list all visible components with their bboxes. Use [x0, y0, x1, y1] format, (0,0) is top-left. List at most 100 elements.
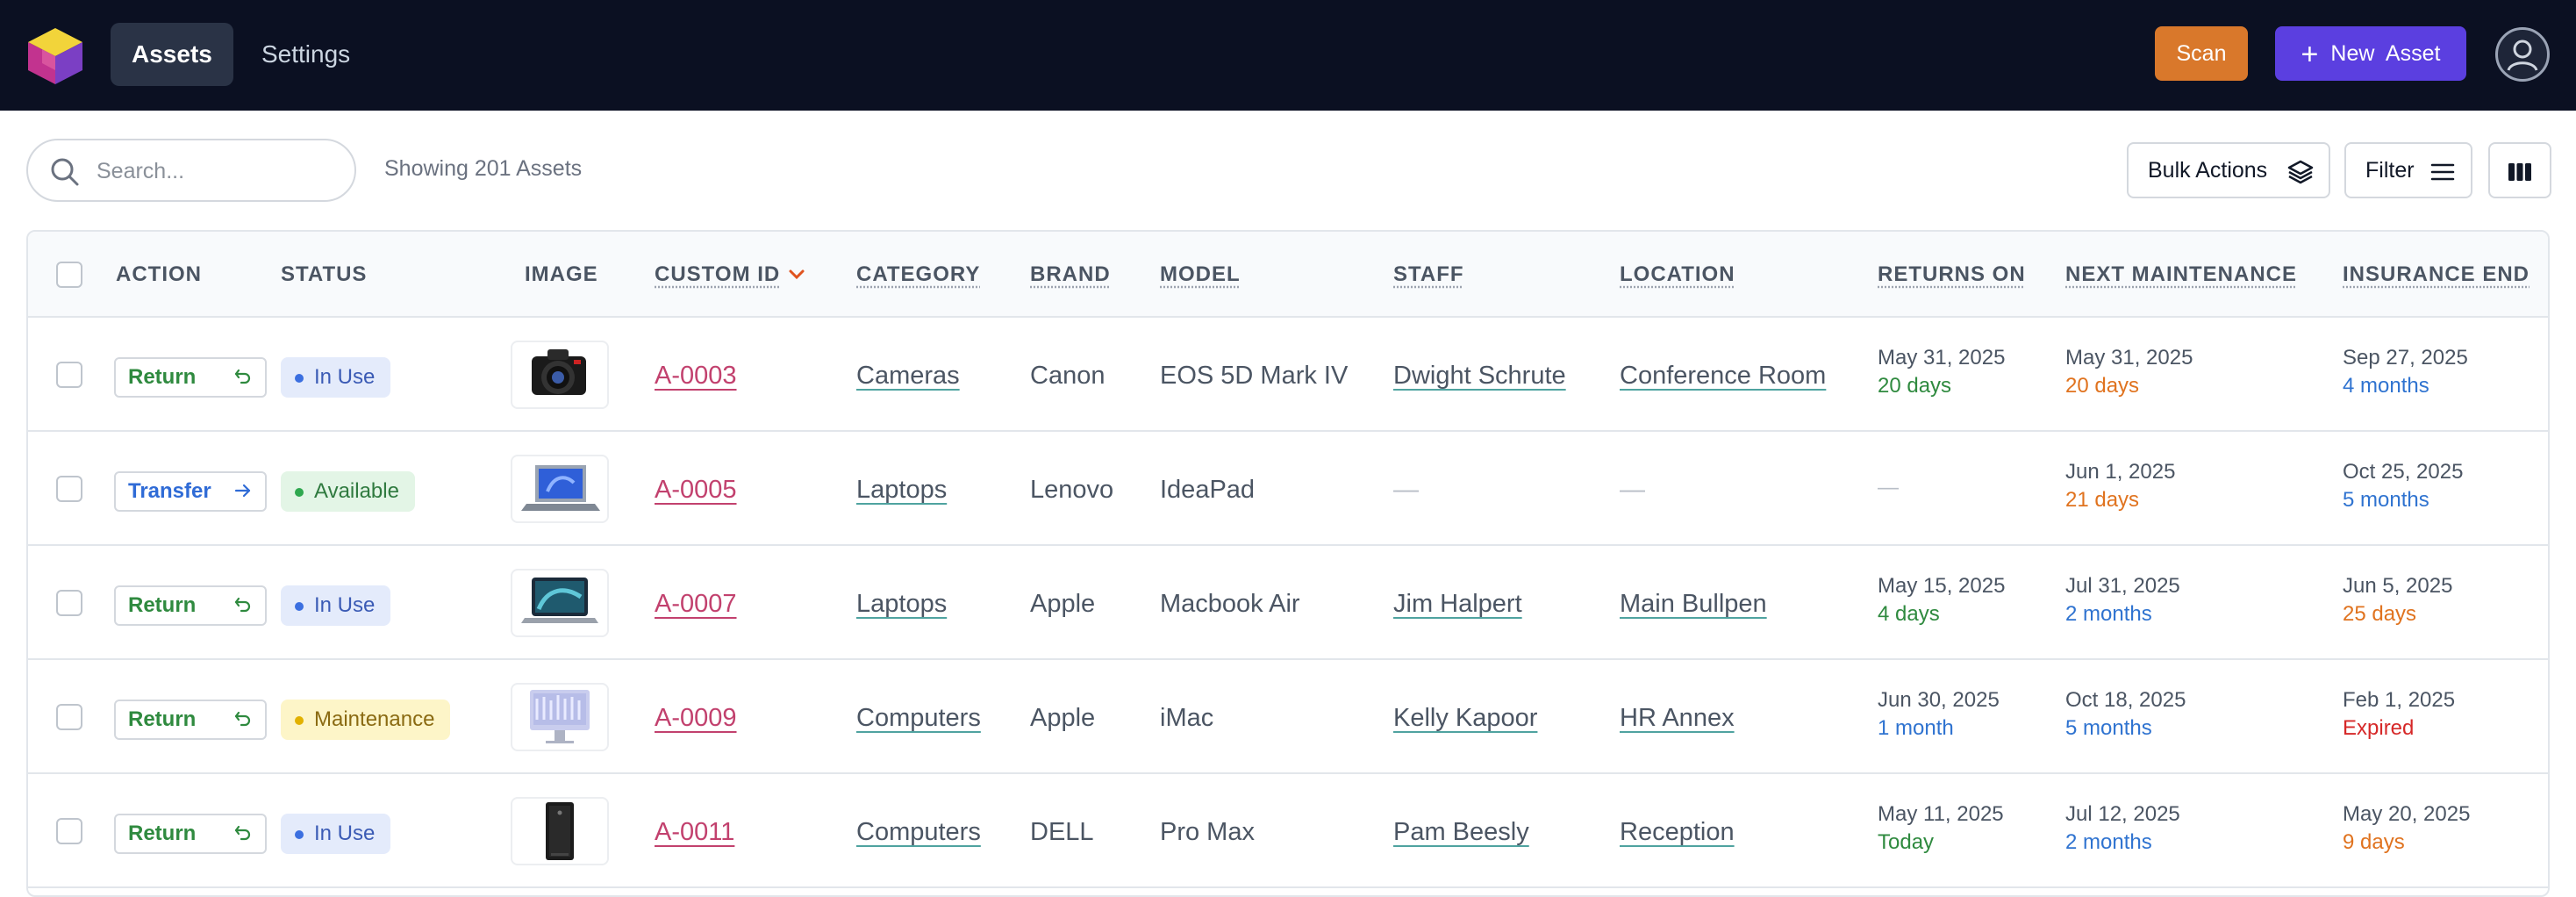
location-link[interactable]: Conference Room [1620, 362, 1826, 391]
returns-on-date: May 15, 2025 [1878, 574, 2006, 598]
row-checkbox[interactable] [56, 818, 82, 844]
brand-text: Lenovo [1030, 476, 1114, 504]
asset-thumbnail[interactable] [511, 569, 609, 637]
col-staff[interactable]: STAFF [1393, 262, 1464, 287]
col-returns-on[interactable]: RETURNS ON [1878, 262, 2026, 287]
status-badge: Maintenance [281, 700, 451, 740]
col-status: STATUS [281, 262, 368, 286]
assets-table: ACTION STATUS IMAGE CUSTOM ID CATEGORY B… [26, 230, 2550, 897]
action-label: Return [128, 707, 197, 731]
next-maintenance-date: Jun 1, 2025 [2065, 460, 2176, 484]
table-header: ACTION STATUS IMAGE CUSTOM ID CATEGORY B… [28, 232, 2548, 318]
staff-link[interactable]: Kelly Kapoor [1393, 704, 1537, 733]
col-brand[interactable]: BRAND [1030, 262, 1111, 287]
next-maintenance-date: Oct 18, 2025 [2065, 688, 2186, 712]
row-checkbox[interactable] [56, 362, 82, 388]
custom-id-link[interactable]: A-0009 [655, 704, 737, 733]
col-action: ACTION [116, 262, 202, 286]
new-asset-button[interactable]: + New Asset [2275, 26, 2466, 81]
location-link[interactable]: Reception [1620, 818, 1735, 847]
staff-link[interactable]: Jim Halpert [1393, 590, 1522, 619]
table-row[interactable]: Return In Use A-0011 Computers DELL Pro Max Pa… [28, 774, 2548, 888]
custom-id-link[interactable]: A-0005 [655, 476, 737, 505]
filter-button[interactable]: Filter [2344, 142, 2472, 198]
next-maintenance-date: May 31, 2025 [2065, 346, 2193, 370]
user-icon [2507, 39, 2538, 71]
brand-text: Canon [1030, 362, 1106, 390]
col-location[interactable]: LOCATION [1620, 262, 1735, 287]
sort-desc-chevron-icon[interactable] [788, 269, 805, 281]
asset-thumbnail[interactable] [511, 683, 609, 751]
top-navigation-bar: Assets Settings Scan + New Asset [0, 0, 2576, 111]
filter-lines-icon [2430, 163, 2455, 181]
user-avatar[interactable] [2495, 27, 2550, 82]
col-custom-id[interactable]: CUSTOM ID [655, 262, 780, 287]
location-link: — [1620, 476, 1645, 504]
search-box[interactable] [26, 139, 356, 202]
row-checkbox[interactable] [56, 704, 82, 730]
brand-text: Apple [1030, 590, 1096, 618]
next-maintenance-date: Jul 12, 2025 [2065, 802, 2180, 826]
arrow-right-icon [233, 473, 253, 510]
status-dot [295, 716, 304, 725]
category-link[interactable]: Laptops [856, 590, 947, 619]
scan-button[interactable]: Scan [2155, 26, 2248, 81]
returns-on-date: Jun 30, 2025 [1878, 688, 2000, 712]
insurance-end-date: May 20, 2025 [2343, 802, 2471, 826]
return-button[interactable]: Return [114, 585, 267, 626]
returns-on-date: — [1878, 476, 1899, 499]
col-image: IMAGE [525, 262, 598, 286]
insurance-end-relative: 5 months [2343, 488, 2429, 512]
return-button[interactable]: Return [114, 357, 267, 398]
location-link[interactable]: HR Annex [1620, 704, 1735, 733]
select-all-checkbox[interactable] [56, 262, 82, 288]
col-model[interactable]: MODEL [1160, 262, 1241, 287]
staff-link[interactable]: Pam Beesly [1393, 818, 1529, 847]
model-text: Pro Max [1160, 818, 1255, 846]
category-link[interactable]: Computers [856, 818, 981, 847]
model-text: iMac [1160, 704, 1214, 732]
table-row[interactable]: Transfer Available A-0005 Laptops Lenovo Idea… [28, 432, 2548, 546]
status-label: Maintenance [314, 707, 435, 731]
model-text: EOS 5D Mark IV [1160, 362, 1349, 390]
insurance-end-date: Sep 27, 2025 [2343, 346, 2468, 370]
staff-link[interactable]: Dwight Schrute [1393, 362, 1566, 391]
col-category[interactable]: CATEGORY [856, 262, 980, 287]
insurance-end-date: Feb 1, 2025 [2343, 688, 2456, 712]
status-label: In Use [314, 593, 376, 617]
status-badge: In Use [281, 357, 391, 398]
return-button[interactable]: Return [114, 814, 267, 854]
asset-thumbnail[interactable] [511, 455, 609, 523]
columns-toggle-button[interactable] [2488, 142, 2551, 198]
table-row[interactable]: Return In Use A-0003 Cameras Canon EOS 5D Mar… [28, 318, 2548, 432]
returns-on-date: May 31, 2025 [1878, 346, 2006, 370]
col-next-maintenance[interactable]: NEXT MAINTENANCE [2065, 262, 2297, 287]
row-checkbox[interactable] [56, 476, 82, 502]
custom-id-link[interactable]: A-0011 [655, 818, 734, 847]
search-icon [51, 158, 79, 186]
tab-assets[interactable]: Assets [111, 23, 233, 86]
category-link[interactable]: Computers [856, 704, 981, 733]
custom-id-link[interactable]: A-0007 [655, 590, 737, 619]
custom-id-link[interactable]: A-0003 [655, 362, 737, 391]
col-insurance-end[interactable]: INSURANCE END [2343, 262, 2529, 287]
asset-thumbnail[interactable] [511, 341, 609, 409]
location-link[interactable]: Main Bullpen [1620, 590, 1767, 619]
cube-logo-icon[interactable] [25, 25, 86, 86]
search-input[interactable] [97, 153, 342, 190]
next-maintenance-date: Jul 31, 2025 [2065, 574, 2180, 598]
layers-icon [2287, 160, 2314, 184]
bulk-actions-button[interactable]: Bulk Actions [2127, 142, 2330, 198]
table-row[interactable]: Return Maintenance A-0009 Computers Apple iMa… [28, 660, 2548, 774]
category-link[interactable]: Cameras [856, 362, 960, 391]
return-button[interactable]: Return [114, 700, 267, 740]
tab-settings[interactable]: Settings [240, 23, 371, 86]
transfer-button[interactable]: Transfer [114, 471, 267, 512]
row-checkbox[interactable] [56, 590, 82, 616]
model-text: IdeaPad [1160, 476, 1256, 504]
action-label: Return [128, 365, 197, 389]
category-link[interactable]: Laptops [856, 476, 947, 505]
table-row[interactable]: Return In Use A-0007 Laptops Apple Macbook Ai… [28, 546, 2548, 660]
asset-count-text: Showing 201 Assets [384, 156, 583, 181]
asset-thumbnail[interactable] [511, 797, 609, 865]
